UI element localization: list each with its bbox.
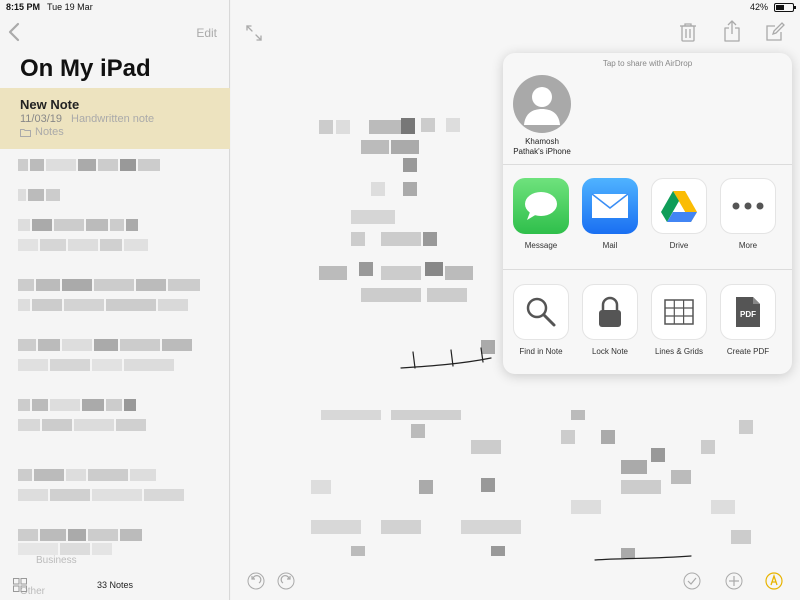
expand-icon[interactable] <box>245 24 263 42</box>
mail-icon <box>591 193 629 218</box>
pdf-icon: PDF <box>736 297 760 327</box>
action-label: Lines & Grids <box>654 347 704 356</box>
blurred-note-list <box>0 150 230 570</box>
checklist-icon[interactable] <box>683 572 701 590</box>
compose-icon[interactable] <box>765 22 785 42</box>
share-more-button[interactable]: More <box>718 178 778 250</box>
notes-sidebar: Edit On My iPad New Note 11/03/19 Handwr… <box>0 0 230 600</box>
list-item[interactable] <box>18 238 150 251</box>
list-item[interactable] <box>18 358 176 371</box>
battery-percent: 42% <box>749 2 768 12</box>
list-item[interactable] <box>18 398 138 411</box>
action-label: Find in Note <box>519 347 563 356</box>
share-icon[interactable] <box>723 20 741 42</box>
redo-icon[interactable] <box>277 572 295 590</box>
list-item[interactable] <box>18 218 140 231</box>
share-mail-button[interactable]: Mail <box>580 178 640 250</box>
airdrop-hint: Tap to share with AirDrop <box>602 59 693 68</box>
magnifier-icon <box>526 297 556 327</box>
grid-icon <box>664 299 694 325</box>
share-drive-button[interactable]: Drive <box>649 178 709 250</box>
action-label: Create PDF <box>726 347 770 356</box>
folder-label-business: Business <box>36 555 77 566</box>
list-item[interactable] <box>18 188 62 201</box>
back-chevron-icon[interactable] <box>6 22 24 42</box>
sidebar-footer: 33 Notes <box>0 572 230 600</box>
note-folder: Notes <box>20 126 64 138</box>
markup-pen-icon[interactable] <box>765 572 783 590</box>
handwriting-stroke <box>594 555 692 561</box>
list-item[interactable] <box>18 488 186 501</box>
person-silhouette-icon <box>524 87 560 125</box>
battery-fill <box>776 5 784 10</box>
note-title: New Note <box>20 97 80 112</box>
selected-note-item[interactable]: New Note 11/03/19 Handwritten note Notes <box>0 88 230 149</box>
lines-and-grids-button[interactable]: Lines & Grids <box>649 284 709 356</box>
list-item[interactable] <box>18 278 202 291</box>
edit-button[interactable]: Edit <box>196 26 217 40</box>
list-item[interactable] <box>18 338 194 351</box>
list-item[interactable] <box>18 158 162 171</box>
list-item[interactable] <box>18 542 114 555</box>
google-drive-icon <box>661 191 697 222</box>
undo-icon[interactable] <box>247 572 265 590</box>
action-label: Lock Note <box>591 347 629 356</box>
note-preview: Handwritten note <box>71 113 155 125</box>
share-label: Message <box>524 241 558 250</box>
create-pdf-button[interactable]: PDF Create PDF <box>718 284 778 356</box>
share-label: Drive <box>669 241 689 250</box>
share-message-button[interactable]: Message <box>511 178 571 250</box>
list-item[interactable] <box>18 418 148 431</box>
note-date: 11/03/19 <box>20 113 63 125</box>
more-icon <box>732 202 764 210</box>
folder-icon <box>20 128 31 137</box>
share-label: More <box>738 241 758 250</box>
find-in-note-button[interactable]: Find in Note <box>511 284 571 356</box>
lock-note-button[interactable]: Lock Note <box>580 284 640 356</box>
list-item[interactable] <box>18 528 144 541</box>
page-title: On My iPad <box>20 55 151 82</box>
status-date: Tue 19 Mar <box>47 2 93 12</box>
status-bar: 8:15 PM Tue 19 Mar 42% <box>0 0 800 14</box>
list-item[interactable] <box>18 298 190 311</box>
trash-icon[interactable] <box>679 22 697 42</box>
list-item[interactable] <box>18 468 158 481</box>
share-sheet: Tap to share with AirDrop Khamosh Pathak… <box>503 53 792 374</box>
pdf-badge-text: PDF <box>740 310 756 319</box>
airdrop-avatar[interactable] <box>513 75 571 133</box>
share-label: Mail <box>602 241 618 250</box>
ipad-screen: 8:15 PM Tue 19 Mar 42% Edit On My iPad N… <box>0 0 800 600</box>
handwriting-stroke <box>400 347 492 369</box>
messages-icon <box>525 192 557 220</box>
add-icon[interactable] <box>725 572 743 590</box>
lock-icon <box>599 296 621 327</box>
battery-icon <box>774 3 796 12</box>
airdrop-device-name: Khamosh Pathak's iPhone <box>513 137 571 156</box>
status-time: 8:15 PM <box>6 2 41 12</box>
notes-count: 33 Notes <box>96 580 134 590</box>
folder-label: Notes <box>35 126 64 138</box>
